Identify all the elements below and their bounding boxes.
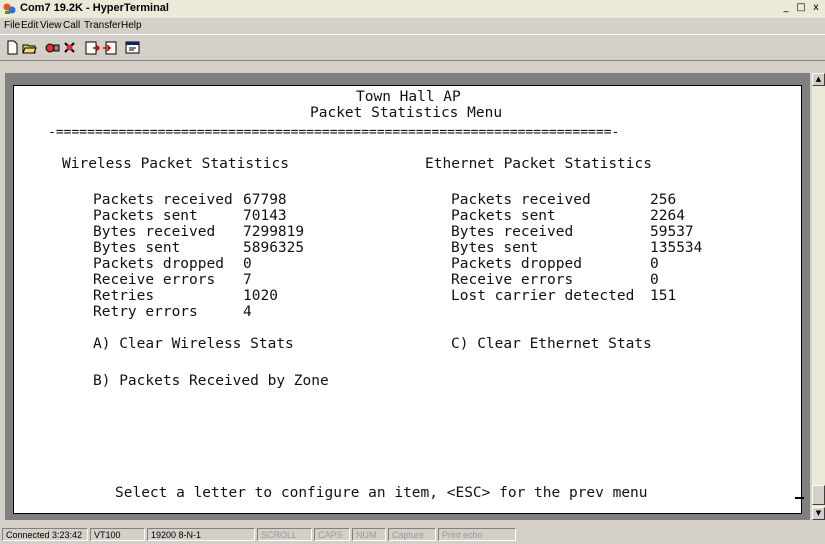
- receive-icon[interactable]: [101, 39, 118, 56]
- minimize-button[interactable]: _: [779, 1, 793, 15]
- ethernet-label: Bytes sent: [451, 240, 539, 256]
- ethernet-value: 0: [650, 256, 659, 272]
- text-cursor: [795, 497, 804, 499]
- wireless-heading: Wireless Packet Statistics: [62, 156, 289, 172]
- properties-icon[interactable]: [124, 39, 141, 56]
- ethernet-label: Packets dropped: [451, 256, 582, 272]
- wireless-value: 4: [243, 304, 252, 320]
- wireless-label: Packets received: [93, 192, 233, 208]
- menu-help[interactable]: Help: [121, 20, 142, 31]
- wireless-label: Retry errors: [93, 304, 198, 320]
- vertical-scrollbar[interactable]: ▲ ▼: [812, 73, 825, 520]
- status-scroll: SCROLL: [257, 528, 312, 541]
- wireless-label: Bytes sent: [93, 240, 181, 256]
- connect-icon[interactable]: [44, 39, 61, 56]
- send-icon[interactable]: [84, 39, 101, 56]
- new-icon[interactable]: [4, 39, 21, 56]
- wireless-value: 70143: [243, 208, 287, 224]
- disconnect-icon[interactable]: [61, 39, 78, 56]
- status-print-echo: Print echo: [438, 528, 516, 541]
- header-separator: -=======================================…: [48, 125, 620, 140]
- status-caps: CAPS: [314, 528, 350, 541]
- ethernet-value: 0: [650, 272, 659, 288]
- ethernet-value: 2264: [650, 208, 685, 224]
- status-connected: Connected 3:23:42: [2, 528, 88, 541]
- option-clear-wireless[interactable]: A) Clear Wireless Stats: [93, 336, 294, 352]
- status-settings: 19200 8-N-1: [147, 528, 255, 541]
- status-bar: Connected 3:23:42 VT100 19200 8-N-1 SCRO…: [0, 525, 825, 544]
- ethernet-value: 59537: [650, 224, 694, 240]
- prompt-line: Select a letter to configure an item, <E…: [115, 485, 648, 501]
- ethernet-value: 151: [650, 288, 677, 304]
- ethernet-label: Bytes received: [451, 224, 574, 240]
- wireless-label: Receive errors: [93, 272, 216, 288]
- wireless-value: 7299819: [243, 224, 305, 240]
- wireless-value: 0: [243, 256, 252, 272]
- wireless-value: 5896325: [243, 240, 305, 256]
- scroll-up-icon[interactable]: ▲: [812, 73, 825, 86]
- ethernet-label: Lost carrier detected: [451, 288, 635, 304]
- ethernet-label: Packets sent: [451, 208, 556, 224]
- header-title: Town Hall AP: [356, 89, 461, 105]
- maximize-button[interactable]: □: [794, 1, 808, 15]
- title-bar: Com7 19.2K - HyperTerminal _ □ x: [0, 0, 825, 18]
- hyperterminal-icon: [3, 3, 16, 14]
- menu-view[interactable]: View: [40, 20, 62, 31]
- wireless-value: 67798: [243, 192, 287, 208]
- wireless-label: Bytes received: [93, 224, 216, 240]
- terminal-screen[interactable]: Town Hall AP Packet Statistics Menu -===…: [13, 85, 802, 514]
- status-num: NUM: [352, 528, 386, 541]
- menu-transfer[interactable]: Transfer: [84, 20, 121, 31]
- toolbar: [0, 34, 825, 61]
- menu-call[interactable]: Call: [63, 20, 80, 31]
- scroll-thumb[interactable]: [812, 485, 825, 505]
- open-icon[interactable]: [21, 39, 38, 56]
- wireless-value: 7: [243, 272, 252, 288]
- wireless-label: Packets dropped: [93, 256, 224, 272]
- ethernet-label: Receive errors: [451, 272, 574, 288]
- window-title: Com7 19.2K - HyperTerminal: [20, 2, 169, 14]
- scroll-down-icon[interactable]: ▼: [812, 507, 825, 520]
- wireless-label: Packets sent: [93, 208, 198, 224]
- menu-file[interactable]: File: [4, 20, 20, 31]
- ethernet-value: 256: [650, 192, 677, 208]
- menu-bar: File Edit View Call Transfer Help: [0, 19, 825, 33]
- wireless-label: Retries: [93, 288, 155, 304]
- ethernet-value: 135534: [650, 240, 703, 256]
- close-button[interactable]: x: [809, 1, 823, 15]
- ethernet-label: Packets received: [451, 192, 591, 208]
- status-capture: Capture: [388, 528, 436, 541]
- option-clear-ethernet[interactable]: C) Clear Ethernet Stats: [451, 336, 652, 352]
- header-subtitle: Packet Statistics Menu: [310, 105, 503, 121]
- status-emulation: VT100: [90, 528, 145, 541]
- option-packets-by-zone[interactable]: B) Packets Received by Zone: [93, 373, 329, 389]
- ethernet-heading: Ethernet Packet Statistics: [425, 156, 652, 172]
- menu-edit[interactable]: Edit: [21, 20, 38, 31]
- wireless-value: 1020: [243, 288, 278, 304]
